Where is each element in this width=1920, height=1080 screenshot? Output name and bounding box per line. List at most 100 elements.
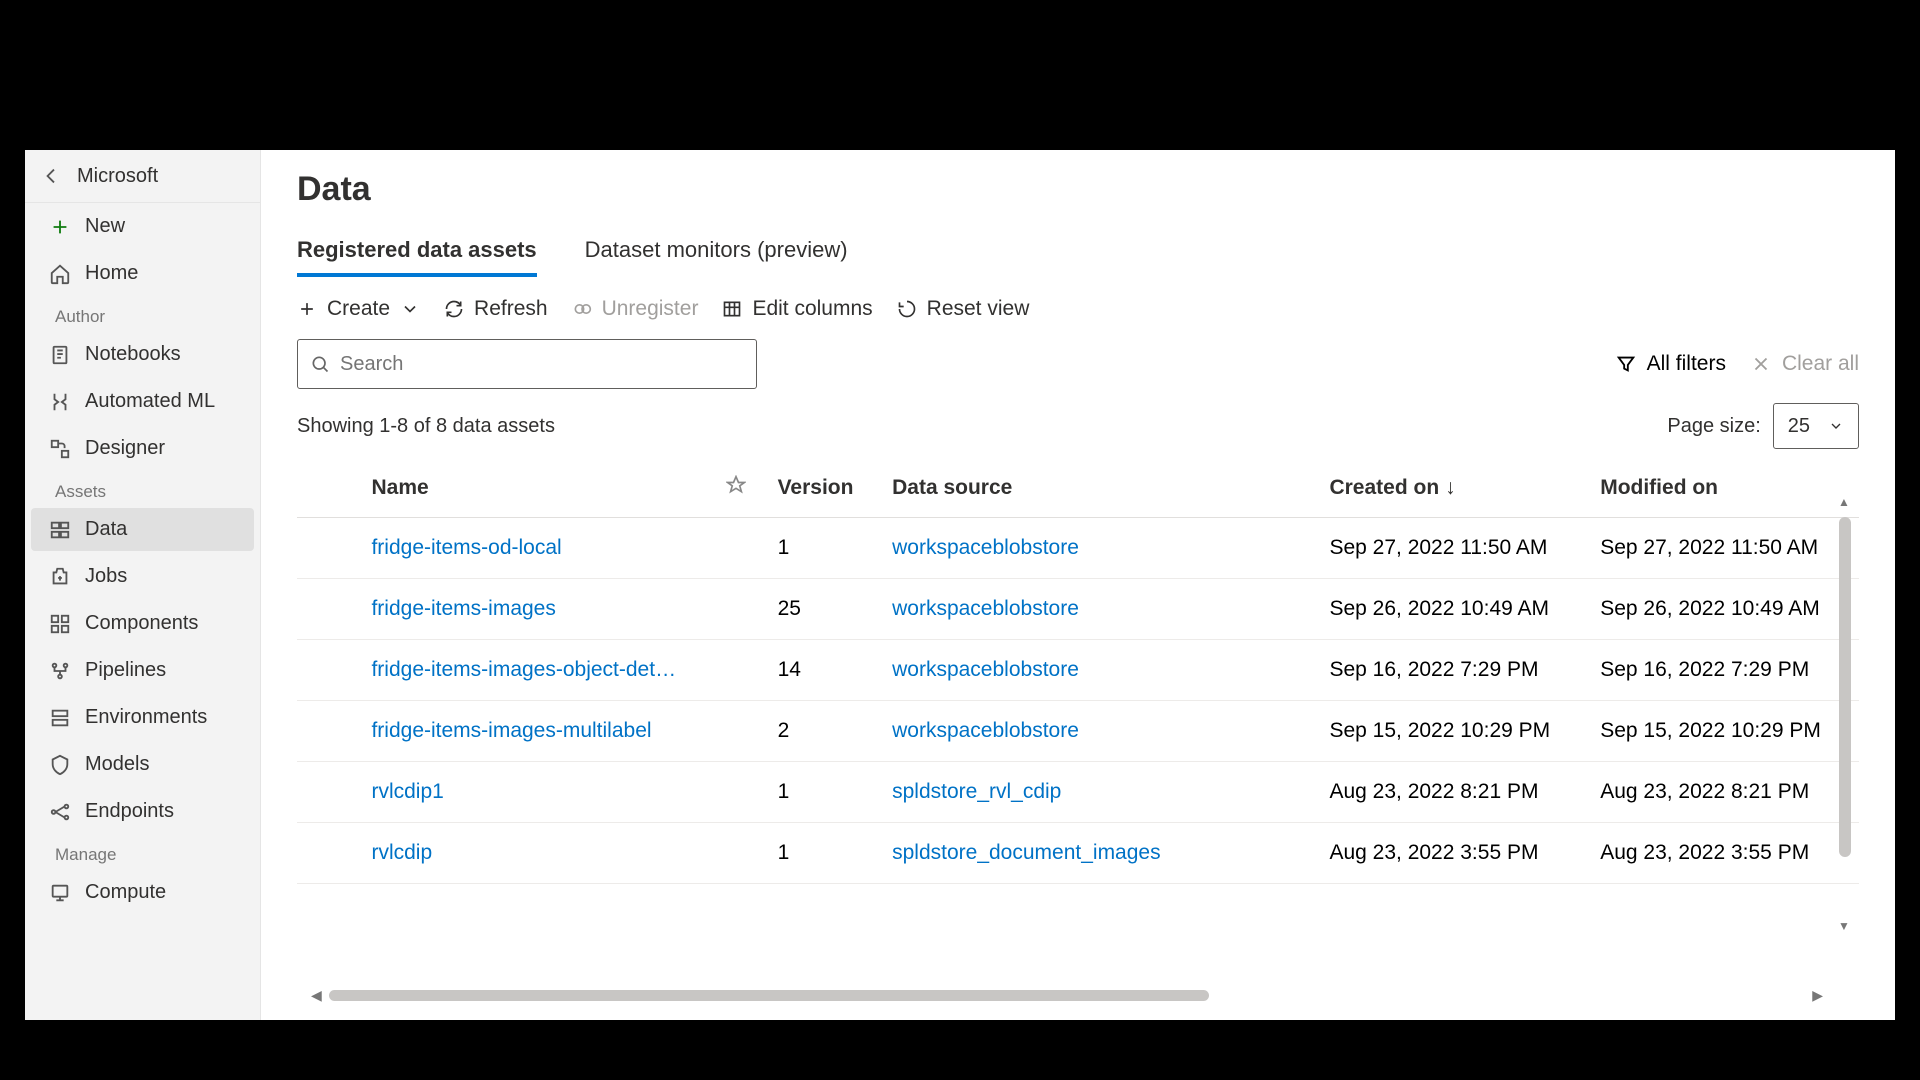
unregister-button: Unregister [572,297,699,321]
sidebar-item-label: Notebooks [85,343,181,366]
workspace-name: Microsoft [77,165,158,188]
data-source-link[interactable]: workspaceblobstore [892,536,1079,559]
row-version: 2 [766,701,881,762]
unregister-icon [572,299,592,319]
sort-descending-icon: ↓ [1445,476,1456,500]
tab-dataset-monitors[interactable]: Dataset monitors (preview) [585,229,848,277]
row-favorite[interactable] [714,579,766,640]
row-checkbox[interactable] [297,701,359,762]
table-row[interactable]: rvlcdip 1 spldstore_document_images Aug 23,… [297,823,1859,884]
asset-name-link[interactable]: rvlcdip [371,841,432,864]
asset-name-link[interactable]: rvlcdip1 [371,780,443,803]
reset-view-button[interactable]: Reset view [897,297,1030,321]
row-checkbox[interactable] [297,823,359,884]
row-checkbox[interactable] [297,579,359,640]
scroll-right-icon[interactable]: ▶ [1812,987,1823,1004]
vertical-scrollbar[interactable] [1839,517,1851,857]
column-header-name[interactable]: Name [359,459,713,518]
refresh-icon [444,299,464,319]
jobs-icon [49,566,71,588]
sidebar-item-notebooks[interactable]: Notebooks [31,333,254,376]
search-input[interactable] [340,353,744,376]
table-row[interactable]: fridge-items-images25workspaceblobstoreS… [297,579,1859,640]
sidebar-item-label: Pipelines [85,659,166,682]
table-row[interactable]: fridge-items-images-object-det…14workspa… [297,640,1859,701]
data-source-link[interactable]: spldstore_document_images [892,841,1161,864]
horizontal-scrollbar[interactable]: ◀ ▶ [311,988,1823,1002]
column-header-checkbox[interactable] [297,459,359,518]
main-content: Data Registered data assets Dataset moni… [261,150,1895,1020]
home-icon [49,263,71,285]
sidebar-item-endpoints[interactable]: Endpoints [31,790,254,833]
asset-name-link[interactable]: fridge-items-images-object-det… [371,658,676,681]
all-filters-button[interactable]: All filters [1615,352,1726,376]
tab-registered-data-assets[interactable]: Registered data assets [297,229,537,277]
row-checkbox[interactable] [297,762,359,823]
sidebar-item-automated-ml[interactable]: Automated ML [31,380,254,423]
button-label: Unregister [602,297,699,321]
sidebar-item-new[interactable]: New [31,205,254,248]
row-created-on: Sep 15, 2022 10:29 PM [1317,701,1588,762]
reset-icon [897,299,917,319]
clear-all-button: Clear all [1750,352,1859,376]
table-row[interactable]: fridge-items-images-multilabel 2 workspace… [297,701,1859,762]
row-favorite[interactable] [714,640,766,701]
row-favorite[interactable] [714,762,766,823]
button-label: Clear all [1782,352,1859,376]
asset-name-link[interactable]: fridge-items-images-multilabel [371,719,651,742]
search-icon [310,354,330,374]
table-row[interactable]: fridge-items-od-local1workspaceblobstore… [297,518,1859,579]
scroll-left-icon[interactable]: ◀ [311,987,322,1004]
sidebar-item-pipelines[interactable]: Pipelines [31,649,254,692]
sidebar: Microsoft New Home Author Notebooks Auto… [25,150,261,1020]
row-version: 1 [766,762,881,823]
column-header-data-source[interactable]: Data source [880,459,1317,518]
page-size-select[interactable]: 25 [1773,403,1859,449]
sidebar-item-home[interactable]: Home [31,252,254,295]
scroll-down-icon[interactable]: ▼ [1837,919,1851,933]
row-favorite[interactable] [714,518,766,579]
data-source-link[interactable]: workspaceblobstore [892,719,1079,742]
row-created-on: Sep 27, 2022 11:50 AM [1317,518,1588,579]
sidebar-item-label: Environments [85,706,207,729]
page-size-value: 25 [1788,415,1810,438]
sidebar-item-environments[interactable]: Environments [31,696,254,739]
row-checkbox[interactable] [297,518,359,579]
data-grid: Name Version Data source Created on↓ Mod… [297,459,1859,1020]
data-source-link[interactable]: workspaceblobstore [892,597,1079,620]
sidebar-item-jobs[interactable]: Jobs [31,555,254,598]
close-icon [1750,353,1772,375]
horizontal-scroll-thumb[interactable] [329,990,1209,1001]
create-button[interactable]: Create [297,297,420,321]
button-label: Edit columns [752,297,872,321]
row-favorite[interactable] [714,701,766,762]
sidebar-item-components[interactable]: Components [31,602,254,645]
edit-columns-button[interactable]: Edit columns [722,297,872,321]
refresh-button[interactable]: Refresh [444,297,548,321]
sidebar-item-data[interactable]: Data [31,508,254,551]
column-header-modified-on[interactable]: Modified on [1588,459,1859,518]
row-checkbox[interactable] [297,640,359,701]
sidebar-item-compute[interactable]: Compute [31,871,254,914]
scroll-up-icon[interactable]: ▲ [1837,495,1851,509]
row-created-on: Aug 23, 2022 3:55 PM [1317,823,1588,884]
row-created-on: Sep 16, 2022 7:29 PM [1317,640,1588,701]
row-created-on: Sep 26, 2022 10:49 AM [1317,579,1588,640]
page-title: Data [297,170,1859,209]
column-header-created-on[interactable]: Created on↓ [1317,459,1588,518]
row-favorite[interactable] [714,823,766,884]
table-row[interactable]: rvlcdip11spldstore_rvl_cdipAug 23, 2022 … [297,762,1859,823]
row-version: 1 [766,823,881,884]
search-box[interactable] [297,339,757,389]
components-icon [49,613,71,635]
column-header-favorite[interactable] [714,459,766,518]
sidebar-item-designer[interactable]: Designer [31,427,254,470]
data-source-link[interactable]: spldstore_rvl_cdip [892,780,1061,803]
data-source-link[interactable]: workspaceblobstore [892,658,1079,681]
workspace-header[interactable]: Microsoft [25,150,260,202]
column-header-version[interactable]: Version [766,459,881,518]
tabs: Registered data assets Dataset monitors … [297,229,1859,277]
asset-name-link[interactable]: fridge-items-images [371,597,555,620]
sidebar-item-models[interactable]: Models [31,743,254,786]
asset-name-link[interactable]: fridge-items-od-local [371,536,561,559]
